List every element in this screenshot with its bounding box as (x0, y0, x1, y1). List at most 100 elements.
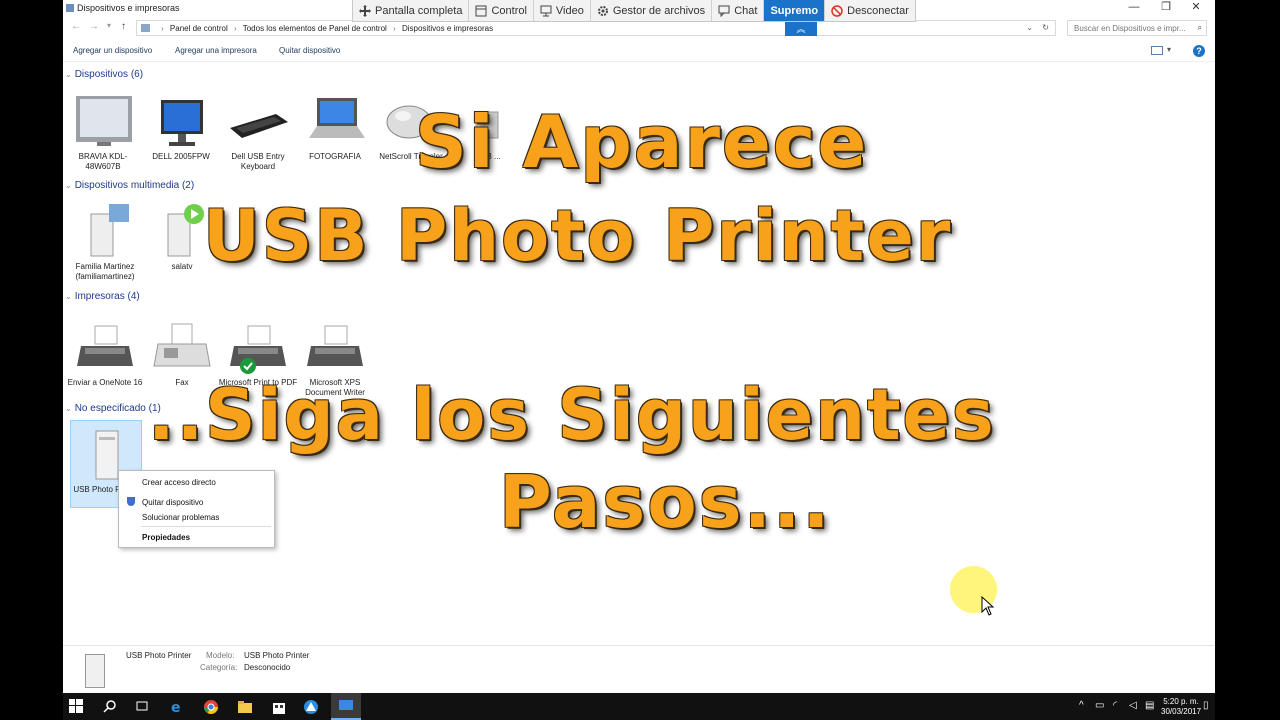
add-printer-button[interactable]: Agregar una impresora (175, 46, 257, 55)
back-arrow-icon[interactable]: ← (71, 21, 81, 32)
file-manager-label: Gestor de archivos (612, 4, 706, 17)
device-dell-keyboard[interactable]: Dell USB Entry Keyboard (218, 94, 298, 172)
dropdown-chevron-icon[interactable]: ⌄ (1026, 23, 1033, 32)
menu-properties[interactable]: Propiedades (142, 533, 190, 542)
group-header-devices[interactable]: ⌄ Dispositivos (6) (65, 69, 143, 80)
supremo-collapse-button[interactable]: ︽ (785, 22, 817, 36)
file-manager-button[interactable]: Gestor de archivos (591, 0, 713, 21)
keyboard-icon (226, 94, 290, 150)
window-title: Dispositivos e impresoras (77, 3, 180, 13)
notification-icon[interactable]: ▯ (1203, 700, 1209, 711)
breadcrumb-separator: › (161, 24, 164, 33)
search-icon[interactable] (103, 699, 119, 715)
search-input[interactable]: Buscar en Dispositivos e impr... ⌕ (1067, 20, 1207, 36)
supremo-toolbar: Pantalla completa Control Video Gestor d… (352, 0, 916, 22)
add-device-button[interactable]: Agregar un dispositivo (73, 46, 152, 55)
edge-icon[interactable]: e (169, 699, 185, 716)
video-label: Video (555, 4, 584, 17)
tv-icon (71, 94, 135, 150)
file-explorer-icon[interactable] (237, 699, 253, 715)
printer-onenote[interactable]: Enviar a OneNote 16 (65, 320, 145, 388)
stop-icon (831, 4, 843, 17)
disconnect-button[interactable]: Desconectar (825, 0, 915, 21)
menu-troubleshoot[interactable]: Solucionar problemas (142, 513, 219, 522)
up-arrow-icon[interactable]: ↑ (121, 21, 126, 32)
tray-time: 5:20 p. m. (1163, 697, 1199, 706)
group-header-unspecified[interactable]: ⌄ No especificado (1) (65, 403, 161, 414)
details-category-value: Desconocido (244, 663, 291, 672)
video-button[interactable]: Video (534, 0, 591, 21)
fullscreen-label: Pantalla completa (375, 4, 463, 17)
group-header-printers[interactable]: ⌄ Impresoras (4) (65, 291, 140, 302)
wifi-icon[interactable]: ◜ (1113, 700, 1117, 711)
device-label: BRAVIA KDL-48W607B (78, 152, 128, 171)
search-placeholder: Buscar en Dispositivos e impr... (1074, 24, 1186, 33)
details-device-name: USB Photo Printer (126, 651, 192, 660)
group-header-label: Dispositivos multimedia (2) (74, 180, 195, 191)
store-icon[interactable] (271, 699, 287, 715)
menu-create-shortcut[interactable]: Crear acceso directo (142, 478, 216, 487)
close-button[interactable]: ✕ (1181, 0, 1211, 16)
control-button[interactable]: Control (469, 0, 534, 21)
view-options-icon[interactable] (1151, 46, 1163, 55)
network-icon[interactable]: ▭ (1095, 700, 1104, 711)
device-dell-monitor[interactable]: DELL 2005FPW (141, 94, 221, 162)
supremo-brand[interactable]: Supremo (764, 0, 826, 21)
breadcrumb-separator: › (393, 24, 396, 33)
breadcrumb-all-items[interactable]: Todos los elementos de Panel de control (243, 24, 387, 33)
breadcrumb-separator: › (233, 24, 237, 33)
refresh-icon[interactable]: ↻ (1042, 23, 1049, 32)
monitor-icon (540, 5, 552, 16)
shield-icon (127, 497, 135, 506)
device-fotografia[interactable]: FOTOGRAFIA (295, 94, 375, 162)
tray-chevron-icon[interactable]: ^ (1079, 700, 1084, 711)
remote-desktop-screen: Dispositivos e impresoras — ❐ ✕ Pantalla… (63, 0, 1215, 720)
double-chevron-up-icon: ︽ (796, 24, 806, 34)
tray-clock[interactable]: 5:20 p. m. 30/03/2017 (1161, 697, 1201, 717)
media-server-icon (73, 204, 137, 260)
help-icon[interactable]: ? (1193, 45, 1205, 57)
address-field[interactable]: › Panel de control › Todos los elementos… (136, 20, 1056, 36)
group-header-label: Impresoras (4) (74, 291, 140, 302)
breadcrumb-devices-printers[interactable]: Dispositivos e impresoras (402, 24, 493, 33)
device-bravia[interactable]: BRAVIA KDL-48W607B (63, 94, 143, 172)
recent-chevron-icon[interactable]: ▾ (107, 21, 111, 30)
device-label: FOTOGRAFIA (309, 152, 361, 161)
collapse-chevron-icon: ⌄ (65, 70, 72, 79)
remove-device-button[interactable]: Quitar dispositivo (279, 46, 340, 55)
restore-button[interactable]: ❐ (1151, 0, 1181, 16)
devices-printers-app-icon (66, 4, 74, 12)
chat-button[interactable]: Chat (712, 0, 765, 21)
view-dropdown-icon[interactable]: ▾ (1167, 45, 1171, 54)
volume-icon[interactable]: ◁ (1129, 700, 1137, 711)
svg-text:e: e (171, 700, 181, 715)
chat-label: Chat (734, 4, 758, 17)
disconnect-label: Desconectar (847, 4, 909, 17)
collapse-chevron-icon: ⌄ (65, 404, 72, 413)
device-label: salatv (171, 262, 193, 271)
keyboard-language-icon[interactable]: ▤ (1145, 700, 1154, 711)
move-icon (359, 4, 371, 17)
menu-divider (141, 526, 271, 527)
window-icon (475, 5, 487, 16)
search-icon: ⌕ (1197, 23, 1202, 32)
chat-icon (718, 5, 730, 17)
fullscreen-button[interactable]: Pantalla completa (353, 0, 470, 21)
menu-remove-device[interactable]: Quitar dispositivo (142, 498, 203, 507)
device-familia-martinez[interactable]: Familia Martinez (familiamartinez) (65, 204, 145, 282)
active-app-highlight[interactable] (331, 693, 361, 720)
chrome-icon[interactable] (203, 699, 219, 715)
group-header-multimedia[interactable]: ⌄ Dispositivos multimedia (2) (65, 180, 194, 191)
windows-start-icon[interactable] (69, 699, 85, 715)
breadcrumb-control-panel[interactable]: Panel de control (170, 24, 228, 33)
details-category-label: Categoría: (200, 663, 238, 672)
device-label: Dell USB Entry Keyboard (231, 152, 285, 171)
gear-icon (597, 5, 608, 16)
minimize-button[interactable]: — (1119, 0, 1149, 16)
overlay-line-4: Pasos... (499, 460, 832, 544)
task-view-icon[interactable] (135, 699, 151, 715)
app-triangle-icon[interactable] (303, 699, 319, 715)
taskbar: e ^ ▭ ◜ ◁ ▤ 5:20 p. m. 30/03/2017 ▯ (63, 693, 1215, 720)
details-pane: USB Photo Printer Modelo: USB Photo Prin… (63, 645, 1215, 693)
forward-arrow-icon[interactable]: → (89, 21, 99, 32)
